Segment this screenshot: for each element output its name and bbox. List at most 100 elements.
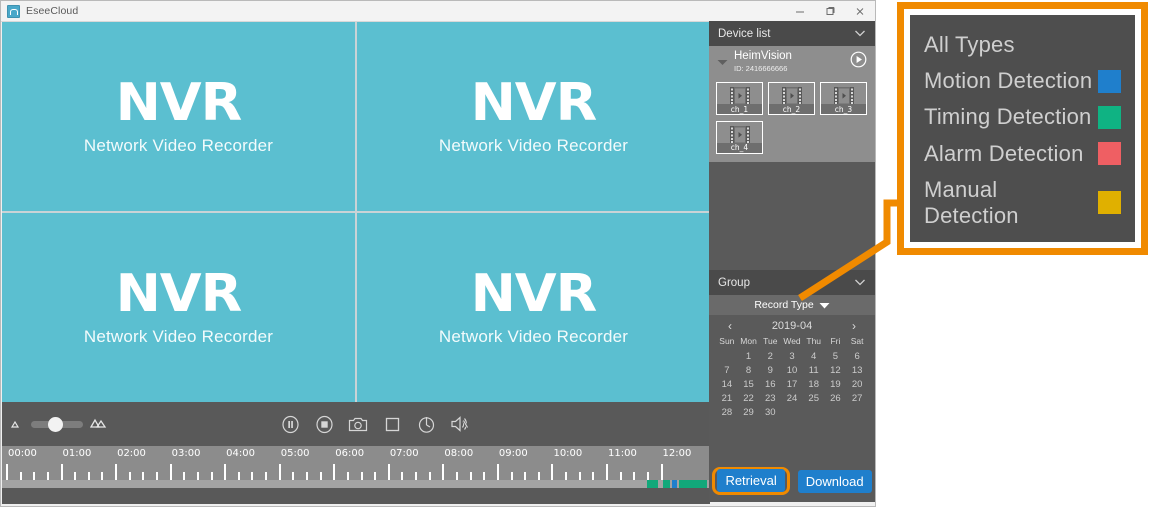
timeline-hour-label: 01:00 <box>62 448 92 459</box>
speaker-mute-icon[interactable] <box>450 414 470 434</box>
device-list-header[interactable]: Device list <box>709 21 875 46</box>
calendar-weekday: Sun <box>719 336 735 346</box>
calendar-day[interactable]: 27 <box>846 393 868 404</box>
download-button[interactable]: Download <box>797 469 872 493</box>
close-button[interactable] <box>845 1 875 22</box>
chevron-right-icon[interactable]: › <box>852 320 856 332</box>
calendar-day[interactable]: 24 <box>781 393 803 404</box>
group-title: Group <box>718 276 750 289</box>
clock-icon[interactable] <box>416 414 436 434</box>
title-bar: EseeCloud <box>1 1 875 22</box>
timeline-hour-label: 08:00 <box>444 448 474 459</box>
triangle-down-icon[interactable] <box>819 296 830 314</box>
timeline-hour-label: 12:00 <box>662 448 692 459</box>
timeline-hour-label: 06:00 <box>335 448 365 459</box>
calendar-day[interactable]: 2 <box>759 351 781 362</box>
chevron-left-icon[interactable]: ‹ <box>728 320 732 332</box>
device-item-heimvision[interactable]: HeimVision ID: 2416666666 <box>709 46 875 77</box>
calendar-day[interactable]: 22 <box>738 393 760 404</box>
video-wall: NVR Network Video Recorder NVR Network V… <box>2 22 710 402</box>
video-pane-2[interactable]: NVR Network Video Recorder <box>357 22 710 211</box>
stop-button[interactable] <box>314 414 334 434</box>
menu-item-alarm-detection[interactable]: Alarm Detection <box>924 141 1121 167</box>
timeline-hour-label: 03:00 <box>171 448 201 459</box>
menu-item-all-types[interactable]: All Types <box>924 32 1121 58</box>
channel-label: ch_3 <box>821 104 866 114</box>
playback-buttons <box>280 414 470 434</box>
calendar-day[interactable]: 28 <box>716 407 738 418</box>
calendar-day[interactable]: 16 <box>759 379 781 390</box>
calendar-day[interactable]: 10 <box>781 365 803 376</box>
color-swatch-alarm <box>1098 142 1121 166</box>
timeline-hour-label: 09:00 <box>498 448 528 459</box>
nvr-logo: NVR <box>470 264 598 324</box>
large-image-icon <box>89 415 107 433</box>
retrieval-button[interactable]: Retrieval <box>717 469 785 492</box>
timeline-track[interactable] <box>2 480 710 488</box>
calendar-day[interactable]: 4 <box>803 351 825 362</box>
chevron-down-icon[interactable] <box>854 274 866 292</box>
maximize-button[interactable] <box>815 1 845 22</box>
calendar-day[interactable]: 23 <box>759 393 781 404</box>
calendar-day[interactable]: 21 <box>716 393 738 404</box>
calendar-day[interactable]: 1 <box>738 351 760 362</box>
calendar-day[interactable]: 8 <box>738 365 760 376</box>
calendar-day[interactable]: 6 <box>846 351 868 362</box>
channel-ch_3[interactable]: ch_3 <box>820 82 867 115</box>
nvr-logo: NVR <box>470 73 598 133</box>
video-pane-4[interactable]: NVR Network Video Recorder <box>357 213 710 402</box>
calendar-day[interactable]: 20 <box>846 379 868 390</box>
timeline-record-segment[interactable] <box>678 480 708 488</box>
timeline-record-segment[interactable] <box>672 480 678 488</box>
calendar-day[interactable]: 12 <box>825 365 847 376</box>
menu-item-timing-detection[interactable]: Timing Detection <box>924 104 1121 130</box>
zoom-slider-thumb[interactable] <box>48 416 63 432</box>
timeline-record-segment[interactable] <box>663 480 670 488</box>
calendar-day[interactable]: 15 <box>738 379 760 390</box>
calendar-day[interactable]: 25 <box>803 393 825 404</box>
calendar-day[interactable]: 29 <box>738 407 760 418</box>
calendar-day[interactable]: 11 <box>803 365 825 376</box>
calendar-day[interactable]: 9 <box>759 365 781 376</box>
timeline-hour-label: 07:00 <box>389 448 419 459</box>
calendar-day[interactable]: 26 <box>825 393 847 404</box>
timeline-record-segment[interactable] <box>646 480 659 488</box>
camera-icon[interactable] <box>348 414 368 434</box>
menu-item-motion-detection[interactable]: Motion Detection <box>924 68 1121 94</box>
record-type-dropdown[interactable]: Record Type <box>709 295 875 315</box>
calendar-weekday: Sat <box>850 336 864 346</box>
pause-button[interactable] <box>280 414 300 434</box>
channel-ch_2[interactable]: ch_2 <box>768 82 815 115</box>
zoom-slider-track[interactable] <box>31 416 83 432</box>
calendar-grid[interactable]: SunMonTueWedThuFriSat.123456789101112131… <box>716 336 868 418</box>
calendar-day[interactable]: 18 <box>803 379 825 390</box>
calendar-day[interactable]: 5 <box>825 351 847 362</box>
calendar-day[interactable]: 7 <box>716 365 738 376</box>
group-header[interactable]: Group <box>709 270 875 295</box>
zoom-slider[interactable] <box>10 415 107 433</box>
calendar-day[interactable]: 19 <box>825 379 847 390</box>
timeline[interactable]: 00:00 01:00 02:00 03:00 04:00 05:00 06:00 07:00… <box>2 446 710 504</box>
calendar-day[interactable]: 17 <box>781 379 803 390</box>
video-pane-1[interactable]: NVR Network Video Recorder <box>2 22 355 211</box>
calendar-day[interactable]: 3 <box>781 351 803 362</box>
small-image-icon <box>10 415 24 433</box>
nvr-logo: NVR <box>115 73 243 133</box>
channel-label: ch_4 <box>717 142 762 153</box>
record-button[interactable] <box>382 414 402 434</box>
chevron-down-icon[interactable] <box>854 25 866 43</box>
play-circle-icon[interactable] <box>850 51 867 73</box>
menu-item-label: Motion Detection <box>924 68 1093 94</box>
calendar-day-blank: . <box>716 351 738 362</box>
calendar-day[interactable]: 13 <box>846 365 868 376</box>
channel-ch_4[interactable]: ch_4 <box>716 120 763 154</box>
caret-down-icon[interactable] <box>717 53 728 71</box>
calendar-day[interactable]: 30 <box>759 407 781 418</box>
record-type-menu: All Types Motion Detection Timing Detect… <box>910 15 1135 242</box>
menu-item-manual-detection[interactable]: Manual Detection <box>924 177 1121 229</box>
minimize-button[interactable] <box>785 1 815 22</box>
calendar-day[interactable]: 14 <box>716 379 738 390</box>
nvr-subtitle: Network Video Recorder <box>83 327 274 346</box>
video-pane-3[interactable]: NVR Network Video Recorder <box>2 213 355 402</box>
channel-ch_1[interactable]: ch_1 <box>716 82 763 115</box>
